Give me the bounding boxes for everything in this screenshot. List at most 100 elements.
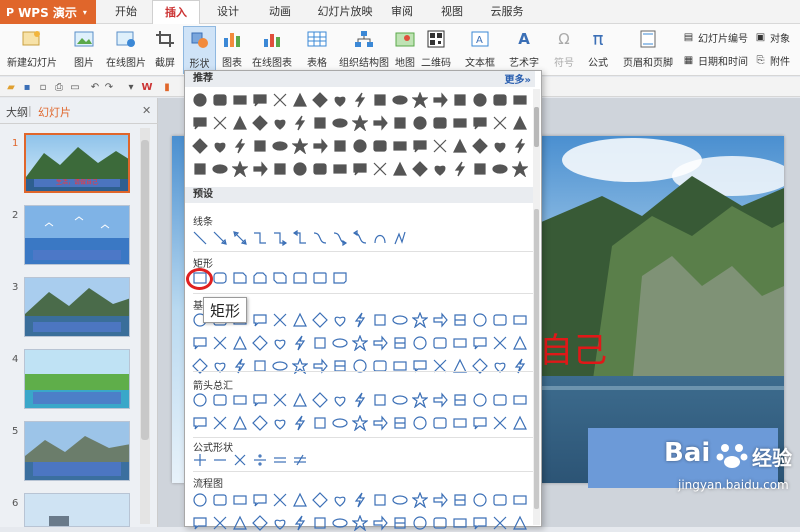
- shape-option[interactable]: [291, 391, 309, 409]
- shape-option[interactable]: [491, 160, 509, 178]
- shape-option[interactable]: [191, 357, 209, 375]
- shape-option[interactable]: [211, 114, 229, 132]
- shape-option[interactable]: [231, 491, 249, 509]
- shape-option[interactable]: [371, 391, 389, 409]
- shape-option[interactable]: [391, 160, 409, 178]
- shape-option[interactable]: [351, 414, 369, 432]
- symbol-button[interactable]: Ω 符号: [552, 26, 576, 74]
- shape-option[interactable]: [371, 114, 389, 132]
- shape-option[interactable]: [431, 334, 449, 352]
- tab-animation[interactable]: 动画: [262, 0, 298, 24]
- shape-option[interactable]: [411, 114, 429, 132]
- slide-thumbnail[interactable]: [24, 277, 130, 337]
- shape-option[interactable]: [371, 514, 389, 532]
- save-icon[interactable]: ▪: [20, 80, 34, 94]
- shape-option[interactable]: [231, 160, 249, 178]
- tab-insert[interactable]: 插入: [152, 0, 200, 25]
- shape-option[interactable]: [491, 391, 509, 409]
- line-shape-option[interactable]: [231, 229, 249, 247]
- shape-option[interactable]: [431, 491, 449, 509]
- shape-option[interactable]: [391, 91, 409, 109]
- shape-option[interactable]: [411, 414, 429, 432]
- shape-option[interactable]: [451, 137, 469, 155]
- slide-thumbnail[interactable]: [24, 493, 130, 527]
- rect-shape-option[interactable]: [311, 269, 329, 287]
- formula-shape-option[interactable]: [231, 451, 249, 469]
- line-shape-option[interactable]: [271, 229, 289, 247]
- online-picture-button[interactable]: 在线图片: [104, 26, 148, 74]
- wps-w-icon[interactable]: W: [140, 80, 154, 94]
- shape-option[interactable]: [471, 114, 489, 132]
- tab-slides[interactable]: 幻灯片: [38, 104, 71, 120]
- shape-option[interactable]: [451, 311, 469, 329]
- shape-option[interactable]: [331, 414, 349, 432]
- shape-option[interactable]: [391, 114, 409, 132]
- shape-option[interactable]: [471, 491, 489, 509]
- shape-option[interactable]: [331, 137, 349, 155]
- shape-option[interactable]: [291, 137, 309, 155]
- shape-option[interactable]: [511, 311, 529, 329]
- shape-option[interactable]: [311, 160, 329, 178]
- shape-option[interactable]: [311, 357, 329, 375]
- rect-shape-option[interactable]: [211, 269, 229, 287]
- shape-option[interactable]: [191, 414, 209, 432]
- shape-option[interactable]: [411, 391, 429, 409]
- chevron-down-icon[interactable]: ▾: [124, 80, 138, 94]
- shape-option[interactable]: [271, 391, 289, 409]
- map-button[interactable]: 地图: [394, 26, 416, 74]
- object-button[interactable]: ▣ 对象: [754, 30, 790, 45]
- slide-thumbnail[interactable]: 生活，请做自己: [24, 133, 130, 193]
- shape-option[interactable]: [451, 91, 469, 109]
- slide-thumbnail[interactable]: [24, 421, 130, 481]
- shape-option[interactable]: [491, 514, 509, 532]
- shape-option[interactable]: [351, 334, 369, 352]
- slide-thumbnail[interactable]: [24, 349, 130, 409]
- shape-option[interactable]: [331, 160, 349, 178]
- shapes-button[interactable]: 形状: [183, 26, 216, 74]
- shape-option[interactable]: [371, 491, 389, 509]
- shape-option[interactable]: [311, 391, 329, 409]
- shape-option[interactable]: [251, 391, 269, 409]
- shape-option[interactable]: [191, 334, 209, 352]
- shape-option[interactable]: [351, 137, 369, 155]
- textbox-button[interactable]: A 文本框: [460, 26, 500, 74]
- line-shape-option[interactable]: [251, 229, 269, 247]
- rect-shape-option[interactable]: [291, 269, 309, 287]
- formula-button[interactable]: π 公式: [586, 26, 610, 74]
- rect-shape-option[interactable]: [231, 269, 249, 287]
- shape-option[interactable]: [331, 491, 349, 509]
- shape-option[interactable]: [211, 91, 229, 109]
- line-shape-option[interactable]: [351, 229, 369, 247]
- shape-option[interactable]: [211, 334, 229, 352]
- shape-option[interactable]: [311, 114, 329, 132]
- line-shape-option[interactable]: [191, 229, 209, 247]
- wordart-button[interactable]: A 艺术字: [504, 26, 544, 74]
- shape-option[interactable]: [311, 514, 329, 532]
- qrcode-button[interactable]: 二维码: [420, 26, 452, 74]
- shape-option[interactable]: [251, 491, 269, 509]
- shape-option[interactable]: [291, 91, 309, 109]
- shape-option[interactable]: [271, 357, 289, 375]
- line-shape-option[interactable]: [391, 229, 409, 247]
- shape-option[interactable]: [291, 114, 309, 132]
- shape-option[interactable]: [231, 414, 249, 432]
- shape-option[interactable]: [331, 391, 349, 409]
- shape-option[interactable]: [271, 491, 289, 509]
- shape-option[interactable]: [451, 334, 469, 352]
- shape-option[interactable]: [291, 414, 309, 432]
- shape-option[interactable]: [191, 491, 209, 509]
- shape-option[interactable]: [351, 357, 369, 375]
- shape-option[interactable]: [491, 414, 509, 432]
- formula-shape-option[interactable]: [291, 451, 309, 469]
- shape-option[interactable]: [391, 514, 409, 532]
- shape-option[interactable]: [451, 114, 469, 132]
- shape-option[interactable]: [251, 160, 269, 178]
- shape-option[interactable]: [231, 357, 249, 375]
- shape-option[interactable]: [511, 391, 529, 409]
- shape-option[interactable]: [391, 357, 409, 375]
- shape-option[interactable]: [231, 334, 249, 352]
- shape-option[interactable]: [291, 357, 309, 375]
- shape-option[interactable]: [311, 414, 329, 432]
- shape-option[interactable]: [411, 334, 429, 352]
- shape-option[interactable]: [471, 160, 489, 178]
